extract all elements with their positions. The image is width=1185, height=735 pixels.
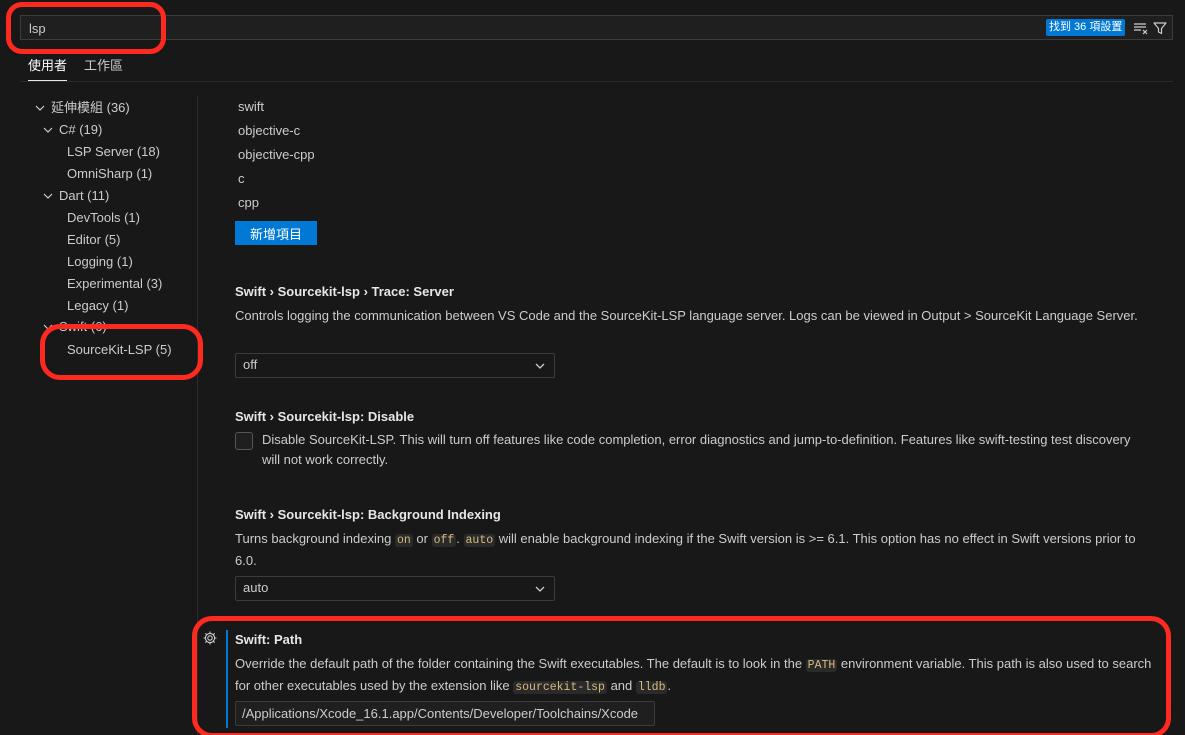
list-item[interactable]: c	[238, 169, 245, 189]
toc-lsp-server[interactable]: LSP Server (18)	[67, 142, 160, 162]
setting-category: Swift › Sourcekit-lsp:	[235, 409, 368, 424]
setting-title-trace-server: Swift › Sourcekit-lsp › Trace: Server	[235, 283, 454, 301]
toc-swift[interactable]: Swift (6)	[59, 317, 107, 337]
chevron-down-icon	[534, 583, 546, 598]
toc-divider	[197, 96, 198, 735]
toc-devtools[interactable]: DevTools (1)	[67, 208, 140, 228]
search-input[interactable]	[29, 19, 629, 37]
setting-name: Disable	[367, 409, 415, 424]
settings-search-bar: 找到 36 項設置	[20, 15, 1173, 40]
code-off: off	[431, 534, 457, 547]
chevron-down-icon[interactable]	[42, 321, 54, 333]
list-item[interactable]: objective-cpp	[238, 145, 315, 165]
code-lldb: lldb	[635, 680, 668, 694]
toc-sourcekit-lsp[interactable]: SourceKit-LSP (5)	[67, 340, 172, 360]
chevron-down-icon[interactable]	[42, 124, 54, 136]
toc-editor[interactable]: Editor (5)	[67, 230, 120, 250]
toc-experimental[interactable]: Experimental (3)	[67, 274, 162, 294]
toc-csharp[interactable]: C# (19)	[59, 120, 102, 140]
tab-workspace[interactable]: 工作區	[84, 57, 123, 81]
list-item[interactable]: swift	[238, 97, 264, 117]
add-item-button[interactable]: 新增項目	[235, 221, 317, 245]
tab-user[interactable]: 使用者	[28, 57, 68, 81]
toc-omnisharp[interactable]: OmniSharp (1)	[67, 164, 152, 184]
desc-text: or	[412, 531, 432, 546]
setting-name: Trace: Server	[371, 284, 454, 299]
setting-description: Controls logging the communication betwe…	[235, 308, 1138, 323]
desc-text: Turns background indexing	[235, 531, 395, 546]
setting-name: Background Indexing	[367, 507, 501, 522]
setting-category: Swift › Sourcekit-lsp:	[235, 507, 368, 522]
desc-text: Override the default path of the folder …	[235, 656, 806, 671]
code-on: on	[394, 534, 413, 547]
setting-title-disable: Swift › Sourcekit-lsp: Disable	[235, 408, 414, 426]
desc-text: .	[456, 531, 464, 546]
toc-logging[interactable]: Logging (1)	[67, 252, 133, 272]
focus-indicator	[226, 630, 228, 728]
disable-checkbox[interactable]	[235, 432, 253, 450]
setting-description: Turns background indexing on or off. aut…	[235, 529, 1155, 570]
chevron-down-icon[interactable]	[34, 102, 46, 114]
setting-description: Override the default path of the folder …	[235, 654, 1165, 697]
tabs-divider	[20, 81, 1173, 82]
list-item[interactable]: cpp	[238, 193, 259, 213]
search-result-count: 找到 36 項設置	[1046, 19, 1126, 36]
select-value: off	[243, 357, 258, 372]
setting-name: Path	[274, 632, 303, 647]
code-auto: auto	[463, 534, 496, 547]
gear-icon[interactable]	[202, 630, 218, 646]
select-value: auto	[243, 580, 269, 595]
code-path: PATH	[805, 659, 838, 672]
toc-dart[interactable]: Dart (11)	[59, 186, 109, 206]
code-sourcekit: sourcekit-lsp	[513, 680, 607, 694]
clear-filter-icon[interactable]	[1131, 19, 1149, 37]
setting-category: Swift › Sourcekit-lsp ›	[235, 284, 372, 299]
trace-server-select[interactable]: off	[235, 353, 555, 378]
checkbox-label: Disable SourceKit-LSP. This will turn of…	[262, 432, 1131, 467]
setting-title-swift-path: Swift: Path	[235, 631, 302, 649]
desc-text: .	[667, 677, 672, 693]
chevron-down-icon	[534, 360, 546, 375]
setting-category: Swift:	[235, 632, 274, 647]
toc-legacy[interactable]: Legacy (1)	[67, 296, 128, 316]
list-item[interactable]: objective-c	[238, 121, 300, 141]
toc-extensions[interactable]: 延伸模組 (36)	[51, 98, 130, 118]
setting-title-background-indexing: Swift › Sourcekit-lsp: Background Indexi…	[235, 506, 501, 524]
desc-text: and	[606, 677, 636, 693]
background-indexing-select[interactable]: auto	[235, 576, 555, 601]
swift-path-input[interactable]	[235, 701, 655, 726]
filter-icon[interactable]	[1151, 19, 1169, 37]
chevron-down-icon[interactable]	[42, 190, 54, 202]
